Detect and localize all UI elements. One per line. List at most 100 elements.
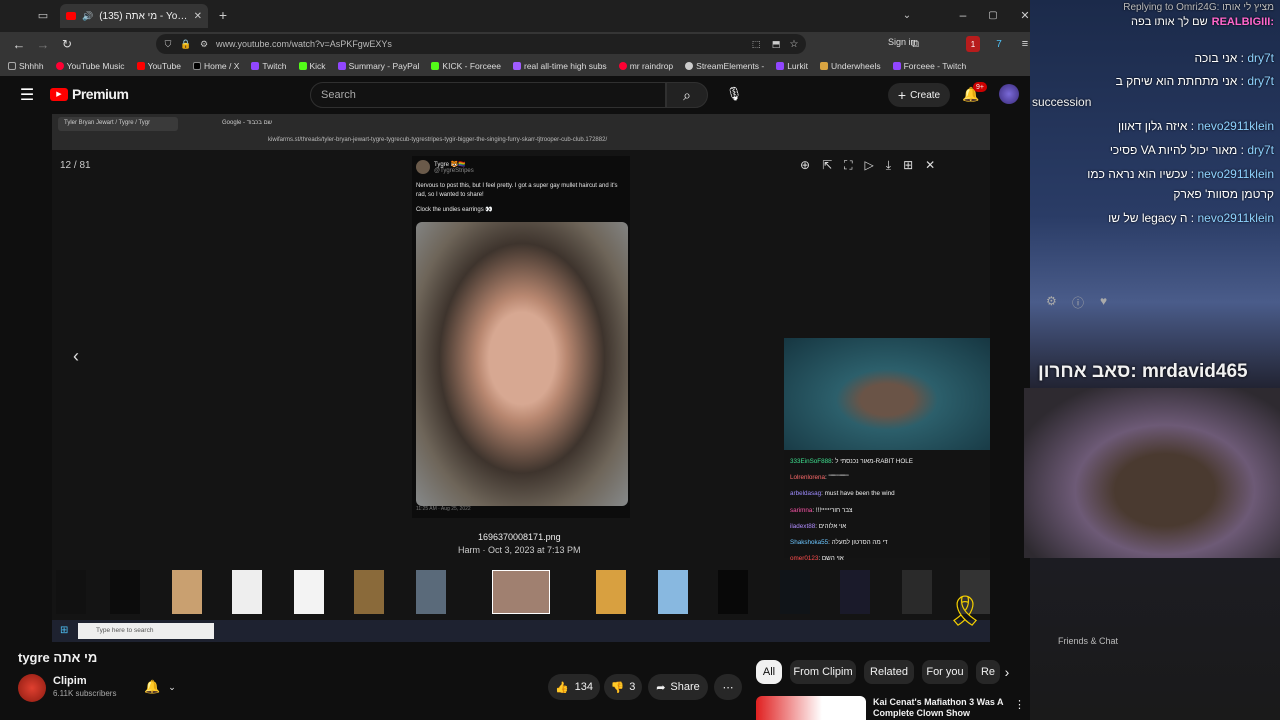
bookmark-item[interactable]: Shhhh [8,61,44,71]
grid-icon[interactable]: ⊞ [903,158,913,173]
microphone-icon[interactable]: 🎙 [724,84,744,104]
thumbnail[interactable] [416,570,446,614]
bookmark-item[interactable]: YouTube Music [55,61,125,71]
back-icon[interactable]: ← [12,36,26,52]
thumbnail[interactable] [294,570,324,614]
image-meta: Harm · Oct 3, 2023 at 7:13 PM [458,545,581,555]
chip-all[interactable]: All [756,660,782,684]
chevron-down-icon[interactable]: ⌄ [900,8,914,22]
bookmark-item[interactable]: YouTube [136,61,181,71]
thumbnail[interactable] [596,570,626,614]
tweet-photo [416,222,628,506]
share-button[interactable]: ➦ Share [648,674,708,700]
thumbnail[interactable] [780,570,810,614]
thumbnail[interactable] [56,570,86,614]
tweet-text: Nervous to post this, but I feel pretty.… [416,183,618,198]
thumbnail[interactable] [718,570,748,614]
channel-avatar[interactable] [18,674,46,702]
open-external-icon[interactable]: ⇱ [822,158,832,173]
thumbnail-selected[interactable] [492,570,550,614]
bookmark-item[interactable]: Twitch [251,61,287,71]
avatar[interactable] [999,84,1019,104]
heart-icon[interactable]: ♥ [1100,294,1107,308]
like-count: 134 [574,681,594,693]
bookmark-item[interactable]: Forceee - Twitch [892,61,966,71]
chevron-right-icon[interactable]: › [1000,664,1014,680]
reload-icon[interactable]: ↻ [60,36,74,52]
thumbs-up-icon: 👍 [554,681,569,694]
tab-actions-icon[interactable]: ▭ [36,8,50,22]
bookmark-item[interactable]: Underwheels [819,61,881,71]
seven-tv-icon[interactable]: 7 [992,36,1006,52]
browser-tab[interactable]: 🔊 (135) מי אתה - YouTube ✕ [60,4,208,28]
youtube-logo[interactable]: ▶ Premium [50,86,129,102]
inner-taskbar: ⊞ Type here to search [52,620,990,642]
play-slideshow-icon[interactable]: ▷ [865,158,874,173]
stream-chat-overlay: 333EinSoF888: מאור נכנסתי ל-RABIT HOLE L… [784,450,990,562]
new-tab-icon[interactable]: + [216,7,230,23]
minimize-icon[interactable]: – [956,8,970,22]
lock-icon[interactable]: 🔒 [180,37,192,51]
bookmark-item[interactable]: StreamElements - [685,61,764,71]
chip-for-you[interactable]: For you [922,660,968,684]
bookmark-item[interactable]: Summary - PayPal [337,61,419,71]
thumbnail-strip [52,564,990,620]
close-tab-icon[interactable]: ✕ [194,11,202,22]
logo-text: Premium [72,86,129,102]
search-icon: ⌕ [683,86,691,103]
maximize-icon[interactable]: ▢ [986,8,1000,22]
more-actions-button[interactable]: ⋯ [714,674,742,700]
taskbar-search: Type here to search [78,623,214,639]
bookmark-item[interactable]: KICK - Forceee [431,61,501,71]
create-button[interactable]: + Create [888,83,950,107]
shield-icon[interactable]: ⛉ [162,37,174,51]
tweet-handle: @TygreStripes [434,167,474,174]
subscribe-notify-button[interactable]: 🔔 ⌄ [138,674,186,700]
more-vertical-icon[interactable]: ⋮ [1014,698,1025,711]
thumbnail[interactable] [232,570,262,614]
extension-badge-icon[interactable]: 1 [966,36,980,52]
chip-from-channel[interactable]: From Clipim [790,660,856,684]
address-bar[interactable]: ⛉ 🔒 ⚙ www.youtube.com/watch?v=AsPKFgwEXY… [156,34,806,54]
bookmark-item[interactable]: mr raindrop [618,61,673,71]
hamburger-menu-icon[interactable]: ☰ [18,86,36,104]
save-page-icon[interactable]: ⬒ [770,37,782,51]
thumbnail[interactable] [840,570,870,614]
chip-related[interactable]: Related [864,660,914,684]
dislike-button[interactable]: 👎 3 [604,674,642,700]
bookmark-item[interactable]: Lurkit [776,61,808,71]
like-button[interactable]: 👍 134 [548,674,600,700]
screenshot-icon[interactable]: ⬚ [750,37,762,51]
previous-image-icon[interactable]: ‹ [68,346,84,366]
sign-in-link[interactable]: Sign in [888,37,916,47]
bookmark-item[interactable]: Home / X [192,61,239,71]
thumbnail[interactable] [172,570,202,614]
video-player[interactable]: Tyler Bryan Jewart / Tygre / Tygr Google… [52,114,990,642]
recommendation-title[interactable]: Kai Cenat's Mafiathon 3 Was A Complete C… [873,697,1005,719]
pinned-message: שם לך אותו בפה REALBIGIII: [1131,16,1274,28]
site-settings-icon[interactable]: ⚙ [198,37,210,51]
search-input[interactable]: Search [310,82,666,108]
bookmark-item[interactable]: Kick [298,61,326,71]
bell-icon: 🔔 [144,679,161,694]
audio-icon[interactable]: 🔊 [82,11,93,22]
bookmark-item[interactable]: real all-time high subs [513,61,607,71]
plus-icon: + [897,87,907,103]
fullscreen-icon[interactable]: ⛶ [844,158,852,173]
bookmark-star-icon[interactable]: ☆ [788,37,800,51]
friends-chat-label[interactable]: Friends & Chat [1058,636,1118,646]
recommendation-thumbnail[interactable] [756,696,866,720]
thumbnail[interactable] [110,570,140,614]
thumbnail[interactable] [658,570,688,614]
forward-icon[interactable]: → [36,36,50,52]
search-button[interactable]: ⌕ [666,82,708,108]
thumbnail[interactable] [354,570,384,614]
channel-name[interactable]: Clipim [53,675,87,687]
close-viewer-icon[interactable]: ✕ [925,158,935,173]
info-icon[interactable]: ⓘ [1072,294,1084,311]
chip-recent[interactable]: Re [976,660,1000,684]
zoom-in-icon[interactable]: ⊕ [800,158,810,173]
thumbnail[interactable] [902,570,932,614]
gear-icon[interactable]: ⚙ [1046,294,1057,308]
download-icon[interactable]: ⤓ [886,158,891,173]
